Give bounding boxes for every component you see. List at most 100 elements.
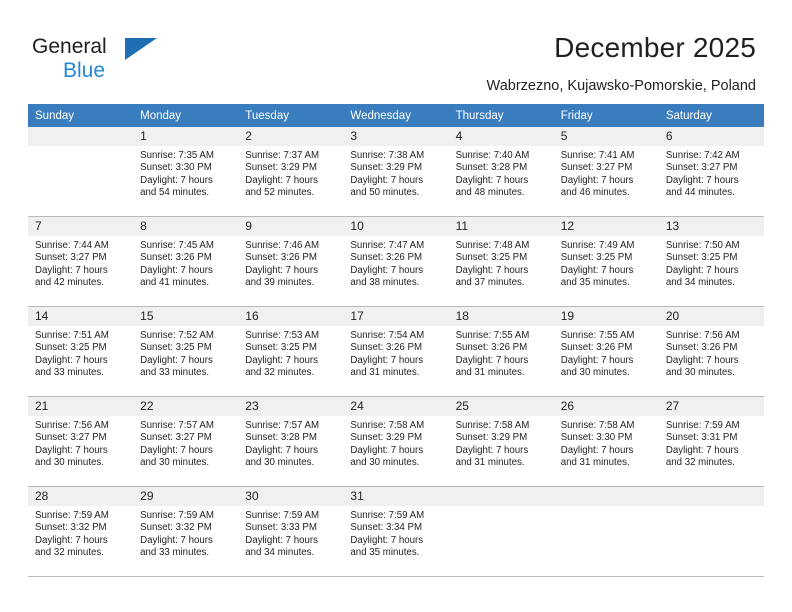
sun-info: Sunrise: 7:41 AM Sunset: 3:27 PM Daylight:… [554, 146, 659, 200]
day-cell-21[interactable]: 21 Sunrise: 7:56 AM Sunset: 3:27 PM Dayligh… [28, 397, 134, 486]
sun-info: Sunrise: 7:45 AM Sunset: 3:26 PM Daylight:… [133, 236, 238, 290]
logo-text-general: General [32, 35, 107, 58]
calendar-cell: 16 Sunrise: 7:53 AM Sunset: 3:25 PM Dayligh… [238, 306, 344, 397]
sunset-line: Sunset: 3:26 PM [350, 252, 423, 264]
calendar-cell [658, 486, 764, 577]
day-cell-31[interactable]: 31 Sunrise: 7:59 AM Sunset: 3:34 PM Dayligh… [343, 487, 449, 576]
calendar-cell: 29 Sunrise: 7:59 AM Sunset: 3:32 PM Dayligh… [133, 486, 239, 577]
day-number [553, 487, 659, 506]
daylight-line-2: and 30 minutes. [665, 367, 735, 379]
calendar-cell: 31 Sunrise: 7:59 AM Sunset: 3:34 PM Dayligh… [343, 486, 449, 577]
daylight-line-1: Daylight: 7 hours [140, 174, 213, 186]
calendar-cell: 11 Sunrise: 7:48 AM Sunset: 3:25 PM Dayligh… [448, 216, 554, 307]
daylight-line-2: and 30 minutes. [560, 367, 630, 379]
day-cell-18[interactable]: 18 Sunrise: 7:55 AM Sunset: 3:26 PM Dayligh… [448, 307, 554, 396]
sunset-line: Sunset: 3:26 PM [245, 252, 317, 264]
sunrise-line: Sunrise: 7:51 AM [35, 330, 109, 341]
day-cell-27[interactable]: 27 Sunrise: 7:59 AM Sunset: 3:31 PM Dayligh… [658, 397, 764, 486]
day-number: 25 [448, 397, 554, 416]
day-cell-13[interactable]: 13 Sunrise: 7:50 AM Sunset: 3:25 PM Dayligh… [658, 217, 764, 306]
sun-info: Sunrise: 7:52 AM Sunset: 3:25 PM Daylight:… [133, 326, 238, 380]
sun-info: Sunrise: 7:50 AM Sunset: 3:25 PM Daylight:… [659, 236, 764, 290]
daylight-line-2: and 35 minutes. [350, 547, 420, 559]
daylight-line-1: Daylight: 7 hours [350, 174, 424, 186]
daylight-line-1: Daylight: 7 hours [560, 444, 634, 456]
sunrise-line: Sunrise: 7:50 AM [665, 240, 740, 251]
day-number: 24 [343, 397, 449, 416]
day-cell-7[interactable]: 7 Sunrise: 7:44 AM Sunset: 3:27 PM Daylight… [28, 217, 134, 306]
day-number: 1 [133, 127, 239, 146]
sunset-line: Sunset: 3:34 PM [350, 522, 423, 534]
day-cell-30[interactable]: 30 Sunrise: 7:59 AM Sunset: 3:33 PM Dayligh… [238, 487, 344, 576]
sunrise-line: Sunrise: 7:57 AM [140, 420, 214, 431]
calendar-cell: 17 Sunrise: 7:54 AM Sunset: 3:26 PM Dayligh… [343, 306, 449, 397]
sun-info: Sunrise: 7:55 AM Sunset: 3:26 PM Daylight:… [554, 326, 659, 380]
day-cell-25[interactable]: 25 Sunrise: 7:58 AM Sunset: 3:29 PM Dayligh… [448, 397, 554, 486]
day-cell-4[interactable]: 4 Sunrise: 7:40 AM Sunset: 3:28 PM Daylight… [448, 127, 554, 216]
day-cell-22[interactable]: 22 Sunrise: 7:57 AM Sunset: 3:27 PM Dayligh… [133, 397, 239, 486]
day-cell-8[interactable]: 8 Sunrise: 7:45 AM Sunset: 3:26 PM Daylight… [133, 217, 239, 306]
day-cell-28[interactable]: 28 Sunrise: 7:59 AM Sunset: 3:32 PM Dayligh… [28, 487, 134, 576]
day-cell-9[interactable]: 9 Sunrise: 7:46 AM Sunset: 3:26 PM Daylight… [238, 217, 344, 306]
sunset-line: Sunset: 3:33 PM [245, 522, 317, 534]
day-cell-19[interactable]: 19 Sunrise: 7:55 AM Sunset: 3:26 PM Dayligh… [553, 307, 659, 396]
day-cell-14[interactable]: 14 Sunrise: 7:51 AM Sunset: 3:25 PM Dayligh… [28, 307, 134, 396]
sun-info: Sunrise: 7:51 AM Sunset: 3:25 PM Daylight:… [28, 326, 133, 380]
day-number: 5 [553, 127, 659, 146]
daylight-line-1: Daylight: 7 hours [455, 174, 529, 186]
sunrise-line: Sunrise: 7:55 AM [455, 330, 530, 341]
day-cell-6[interactable]: 6 Sunrise: 7:42 AM Sunset: 3:27 PM Daylight… [658, 127, 764, 216]
calendar-week-row: 1 Sunrise: 7:35 AM Sunset: 3:30 PM Daylight… [28, 127, 764, 217]
day-cell-16[interactable]: 16 Sunrise: 7:53 AM Sunset: 3:25 PM Dayligh… [238, 307, 344, 396]
sunset-line: Sunset: 3:25 PM [245, 342, 317, 354]
day-cell-empty [553, 487, 659, 576]
daylight-line-1: Daylight: 7 hours [35, 354, 108, 366]
day-cell-3[interactable]: 3 Sunrise: 7:38 AM Sunset: 3:29 PM Daylight… [343, 127, 449, 216]
sunrise-line: Sunrise: 7:41 AM [560, 150, 635, 161]
day-cell-5[interactable]: 5 Sunrise: 7:41 AM Sunset: 3:27 PM Daylight… [553, 127, 659, 216]
sun-info: Sunrise: 7:35 AM Sunset: 3:30 PM Daylight:… [133, 146, 238, 200]
day-number: 11 [448, 217, 554, 236]
day-cell-1[interactable]: 1 Sunrise: 7:35 AM Sunset: 3:30 PM Daylight… [133, 127, 239, 216]
daylight-line-1: Daylight: 7 hours [560, 264, 634, 276]
calendar-cell: 1 Sunrise: 7:35 AM Sunset: 3:30 PM Daylight… [133, 127, 239, 217]
calendar-cell: 28 Sunrise: 7:59 AM Sunset: 3:32 PM Dayligh… [28, 486, 134, 577]
day-number: 19 [553, 307, 659, 326]
daylight-line-1: Daylight: 7 hours [140, 444, 213, 456]
daylight-line-2: and 30 minutes. [35, 457, 104, 469]
day-cell-empty [658, 487, 764, 576]
daylight-line-2: and 41 minutes. [140, 277, 210, 289]
daylight-line-2: and 32 minutes. [35, 547, 104, 559]
day-cell-23[interactable]: 23 Sunrise: 7:57 AM Sunset: 3:28 PM Dayligh… [238, 397, 344, 486]
day-cell-29[interactable]: 29 Sunrise: 7:59 AM Sunset: 3:32 PM Dayligh… [133, 487, 239, 576]
day-cell-17[interactable]: 17 Sunrise: 7:54 AM Sunset: 3:26 PM Dayligh… [343, 307, 449, 396]
day-cell-20[interactable]: 20 Sunrise: 7:56 AM Sunset: 3:26 PM Dayligh… [658, 307, 764, 396]
day-number: 2 [238, 127, 344, 146]
day-cell-10[interactable]: 10 Sunrise: 7:47 AM Sunset: 3:26 PM Dayligh… [343, 217, 449, 306]
sunset-line: Sunset: 3:27 PM [140, 432, 212, 444]
calendar-cell [553, 486, 659, 577]
daylight-line-1: Daylight: 7 hours [350, 264, 424, 276]
sun-info: Sunrise: 7:58 AM Sunset: 3:30 PM Daylight:… [554, 416, 659, 470]
day-number: 30 [238, 487, 344, 506]
daylight-line-1: Daylight: 7 hours [665, 444, 739, 456]
sun-info: Sunrise: 7:56 AM Sunset: 3:27 PM Daylight:… [28, 416, 133, 470]
day-cell-24[interactable]: 24 Sunrise: 7:58 AM Sunset: 3:29 PM Dayligh… [343, 397, 449, 486]
sun-info: Sunrise: 7:54 AM Sunset: 3:26 PM Daylight:… [343, 326, 448, 380]
sunrise-line: Sunrise: 7:58 AM [350, 420, 425, 431]
day-cell-2[interactable]: 2 Sunrise: 7:37 AM Sunset: 3:29 PM Daylight… [238, 127, 344, 216]
daylight-line-1: Daylight: 7 hours [140, 354, 213, 366]
daylight-line-1: Daylight: 7 hours [35, 534, 108, 546]
daylight-line-2: and 31 minutes. [455, 457, 525, 469]
day-cell-26[interactable]: 26 Sunrise: 7:58 AM Sunset: 3:30 PM Dayligh… [553, 397, 659, 486]
day-cell-12[interactable]: 12 Sunrise: 7:49 AM Sunset: 3:25 PM Dayligh… [553, 217, 659, 306]
calendar-cell: 3 Sunrise: 7:38 AM Sunset: 3:29 PM Daylight… [343, 127, 449, 217]
generalblue-logo[interactable]: General Blue [32, 34, 232, 84]
day-number [658, 487, 764, 506]
sunset-line: Sunset: 3:25 PM [140, 342, 212, 354]
sunrise-line: Sunrise: 7:56 AM [35, 420, 109, 431]
day-cell-15[interactable]: 15 Sunrise: 7:52 AM Sunset: 3:25 PM Dayligh… [133, 307, 239, 396]
sunset-line: Sunset: 3:29 PM [455, 432, 528, 444]
day-cell-11[interactable]: 11 Sunrise: 7:48 AM Sunset: 3:25 PM Dayligh… [448, 217, 554, 306]
calendar-cell: 14 Sunrise: 7:51 AM Sunset: 3:25 PM Dayligh… [28, 306, 134, 397]
